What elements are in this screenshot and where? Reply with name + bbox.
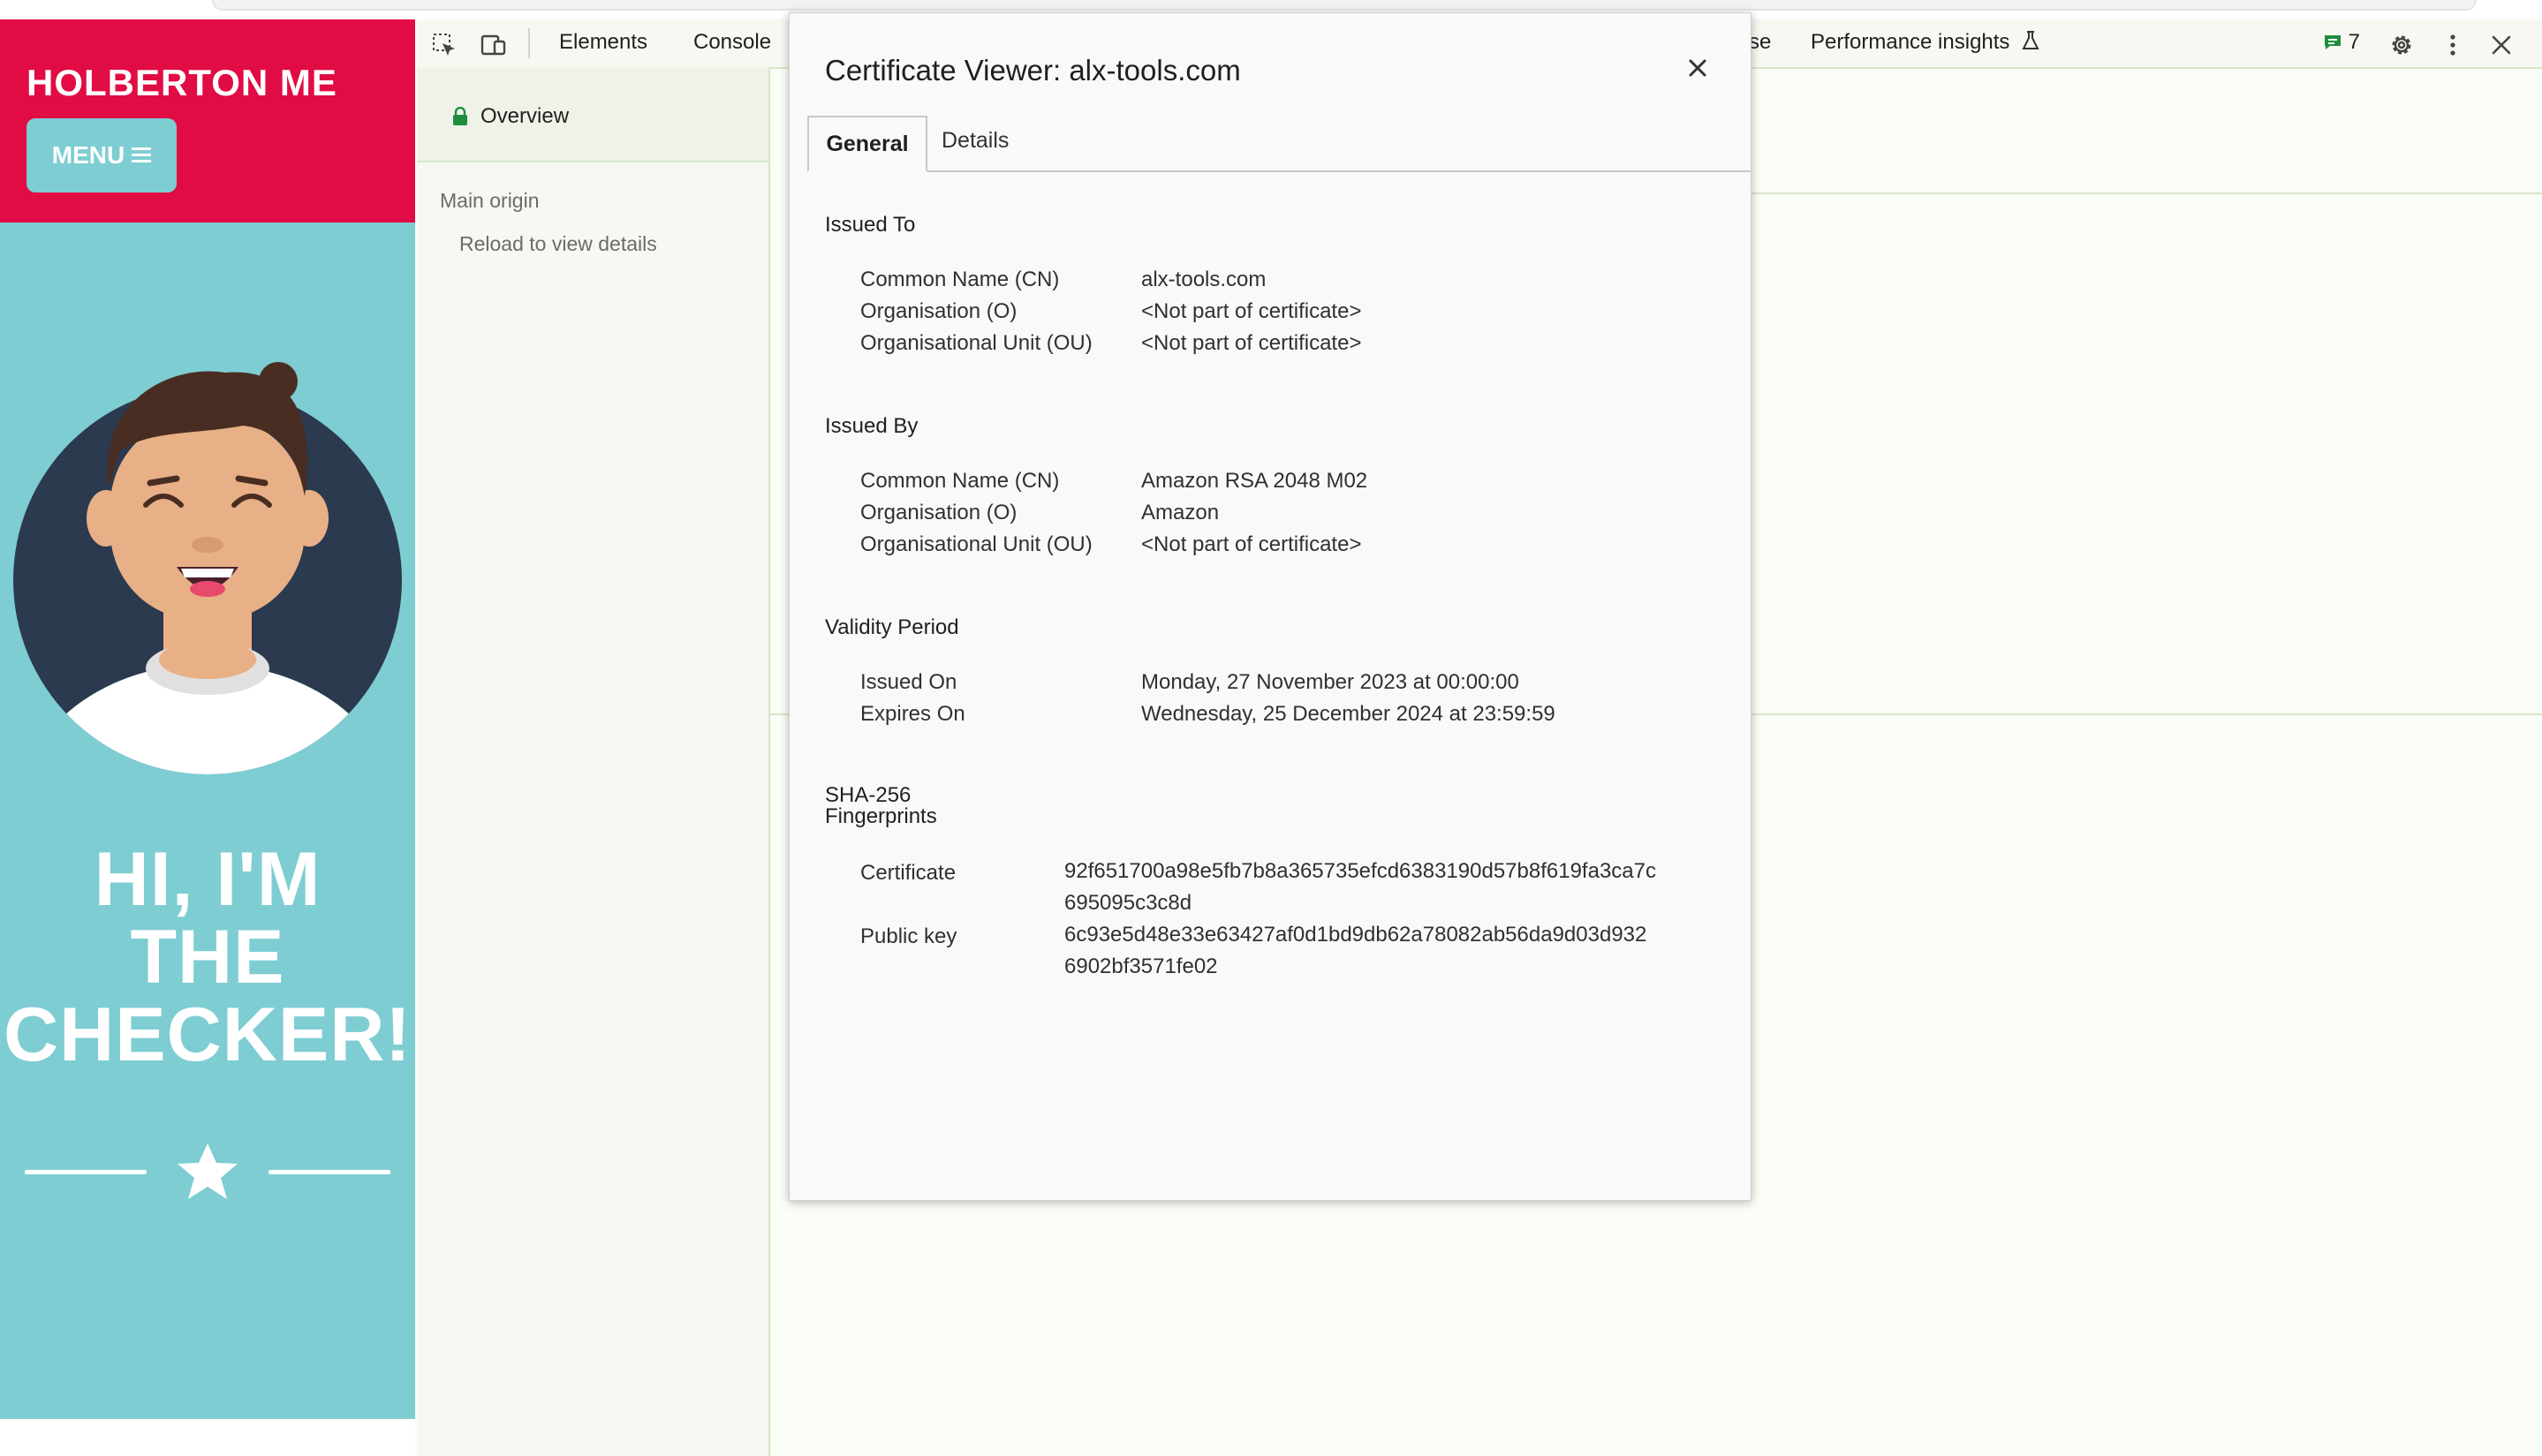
field-label: Organisational Unit (OU): [860, 331, 1093, 355]
dialog-title: Certificate Viewer: alx-tools.com: [825, 54, 1241, 87]
gear-icon[interactable]: [2388, 32, 2415, 58]
fingerprint-line: 92f651700a98e5fb7b8a365735efcd6383190d57…: [1064, 859, 1656, 883]
menu-button[interactable]: MENU: [26, 118, 177, 192]
field-value: <Not part of certificate>: [1141, 331, 1362, 355]
website-preview: HOLBERTON ME MENU HI, I'M THE CHECKER!: [0, 19, 415, 1456]
issues-icon: [2325, 35, 2341, 49]
section-validity-period: Validity Period: [825, 615, 959, 639]
field-label: Issued On: [860, 670, 957, 694]
tab-performance-insights[interactable]: Performance insights: [1811, 30, 2040, 55]
site-header: HOLBERTON ME MENU: [0, 19, 415, 223]
dialog-tabs: General Details: [807, 116, 1751, 172]
field-label: Expires On: [860, 702, 965, 726]
select-element-icon[interactable]: [431, 32, 458, 58]
fingerprint-line: 6902bf3571fe02: [1064, 954, 1218, 978]
tab-details[interactable]: Details: [942, 128, 1009, 154]
close-devtools-icon[interactable]: [2488, 32, 2515, 58]
tab-partial[interactable]: se: [1749, 30, 1771, 55]
field-label: Certificate: [860, 861, 957, 885]
fingerprint-line: 695095c3c8d: [1064, 891, 1192, 915]
device-toolbar-icon[interactable]: [480, 32, 507, 58]
issues-counter[interactable]: 7: [2323, 30, 2360, 55]
certificate-fingerprint: 92f651700a98e5fb7b8a365735efcd6383190d57…: [1064, 856, 1718, 919]
panel-divider: [1749, 192, 2542, 194]
main-origin-heading: Main origin: [440, 189, 540, 212]
hero-divider: [25, 1143, 390, 1199]
fingerprints-heading-line: Fingerprints: [825, 804, 937, 828]
site-title: HOLBERTON ME: [26, 62, 337, 103]
fingerprint-line: 6c93e5d48e33e63427af0d1bd9db62a78082ab56…: [1064, 923, 1647, 947]
field-value: <Not part of certificate>: [1141, 299, 1362, 323]
field-value: <Not part of certificate>: [1141, 532, 1362, 556]
hero-heading: HI, I'M THE CHECKER!: [0, 841, 415, 1074]
tab-console[interactable]: Console: [693, 30, 771, 55]
star-icon: [178, 1143, 238, 1199]
toolbar-separator: [528, 28, 530, 58]
field-label: Organisation (O): [860, 501, 1018, 524]
public-key-fingerprint: 6c93e5d48e33e63427af0d1bd9db62a78082ab56…: [1064, 919, 1718, 983]
field-value: Amazon: [1141, 501, 1220, 524]
reload-hint[interactable]: Reload to view details: [459, 232, 657, 256]
close-icon[interactable]: [1683, 54, 1712, 82]
menu-hamburger-icon: [132, 141, 152, 170]
field-label: Public key: [860, 924, 957, 948]
field-value: Wednesday, 25 December 2024 at 23:59:59: [1141, 702, 1555, 726]
avatar: [13, 362, 402, 774]
section-issued-by: Issued By: [825, 414, 919, 438]
lock-icon: [453, 107, 467, 125]
security-sidebar: Overview Main origin Reload to view deta…: [417, 67, 770, 1456]
flask-icon: [2022, 31, 2039, 49]
tab-performance-insights-label: Performance insights: [1811, 30, 2010, 54]
field-value: Monday, 27 November 2023 at 00:00:00: [1141, 670, 1519, 694]
hero-line: CHECKER!: [4, 992, 412, 1077]
sidebar-item-overview[interactable]: Overview: [417, 67, 768, 162]
section-fingerprints: SHA-256 Fingerprints: [825, 785, 937, 827]
field-label: Common Name (CN): [860, 268, 1060, 291]
tab-general[interactable]: General: [807, 116, 927, 172]
issues-count: 7: [2348, 30, 2361, 54]
field-label: Common Name (CN): [860, 469, 1060, 493]
field-value: Amazon RSA 2048 M02: [1141, 469, 1368, 493]
overview-label: Overview: [480, 104, 570, 128]
certificate-viewer-dialog: Certificate Viewer: alx-tools.com Genera…: [789, 12, 1751, 1201]
more-vert-icon[interactable]: [2440, 32, 2466, 58]
field-value: alx-tools.com: [1141, 268, 1267, 291]
fingerprints-heading-line: SHA-256: [825, 783, 912, 807]
field-label: Organisation (O): [860, 299, 1018, 323]
hero-line: THE: [130, 915, 285, 1000]
address-bar-edge: [212, 0, 2477, 11]
site-hero-section: HI, I'M THE CHECKER!: [0, 223, 415, 1419]
tab-elements[interactable]: Elements: [559, 30, 647, 55]
field-label: Organisational Unit (OU): [860, 532, 1093, 556]
section-issued-to: Issued To: [825, 213, 916, 237]
menu-label: MENU: [51, 141, 125, 169]
hero-line: HI, I'M: [94, 837, 322, 922]
